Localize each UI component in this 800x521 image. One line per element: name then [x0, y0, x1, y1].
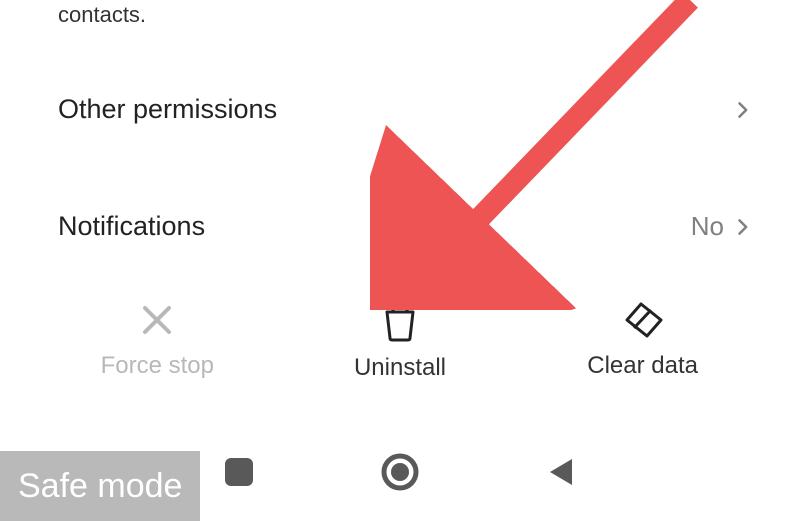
clear-data-button[interactable]: Clear data [543, 300, 743, 380]
nav-home-button[interactable] [380, 452, 420, 497]
action-label: Clear data [587, 352, 698, 380]
row-right [732, 100, 752, 120]
chevron-right-icon [732, 100, 752, 120]
nav-recent-button[interactable] [222, 455, 256, 494]
nav-back-button[interactable] [544, 455, 578, 494]
trash-icon [379, 300, 421, 342]
triangle-left-icon [544, 455, 578, 489]
uninstall-button[interactable]: Uninstall [300, 300, 500, 382]
action-label: Force stop [101, 352, 214, 380]
chevron-right-icon [732, 217, 752, 237]
force-stop-button[interactable]: Force stop [57, 300, 257, 380]
row-right: No [691, 211, 752, 242]
annotation-arrow [370, 0, 710, 310]
action-bar: Force stop Uninstall Clear data [0, 300, 800, 382]
safe-mode-badge: Safe mode [0, 451, 200, 521]
circle-icon [380, 452, 420, 492]
close-icon [137, 300, 177, 340]
square-icon [222, 455, 256, 489]
row-title: Notifications [58, 211, 205, 242]
row-value: No [691, 211, 724, 242]
row-notifications[interactable]: Notifications No [58, 211, 752, 242]
row-title: Other permissions [58, 94, 277, 125]
row-other-permissions[interactable]: Other permissions [58, 94, 752, 125]
eraser-icon [621, 300, 665, 340]
action-label: Uninstall [354, 354, 446, 382]
permissions-description-fragment: contacts. [58, 2, 146, 28]
